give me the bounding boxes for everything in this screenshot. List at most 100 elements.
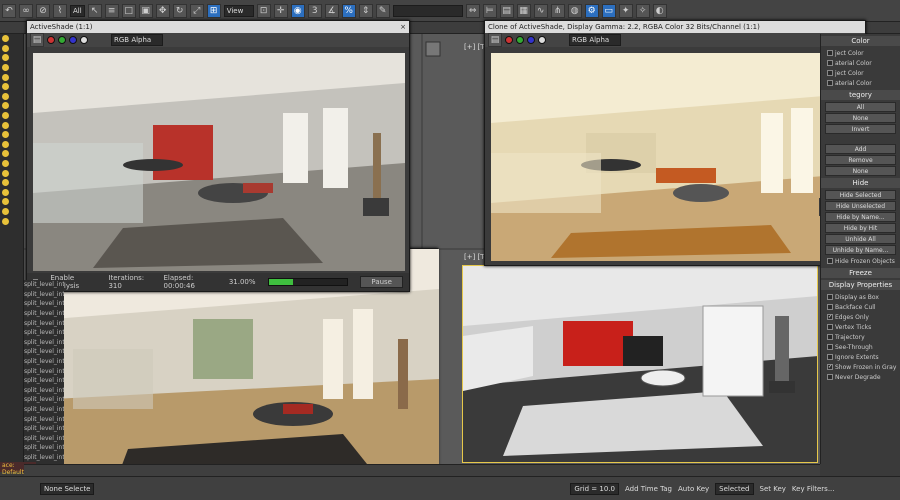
display-option[interactable]: See-Through bbox=[821, 342, 900, 352]
scene-item-name[interactable]: split_level_interior bbox=[24, 280, 64, 290]
color-radio[interactable] bbox=[827, 60, 833, 66]
display-checkbox[interactable] bbox=[827, 304, 833, 310]
green-channel-icon[interactable] bbox=[516, 36, 524, 44]
color-option[interactable]: aterial Color bbox=[821, 58, 900, 68]
schematic-view-icon[interactable]: ⋔ bbox=[550, 3, 565, 18]
hide-button[interactable]: Hide by Name... bbox=[825, 212, 896, 222]
perspective-viewport[interactable] bbox=[462, 265, 818, 463]
scene-item-name[interactable]: split_level_interior bbox=[24, 347, 64, 357]
select-by-name-icon[interactable]: ≡ bbox=[104, 3, 119, 18]
align-icon[interactable]: ⊨ bbox=[482, 3, 497, 18]
scene-item-name[interactable]: split_level_interior bbox=[24, 453, 64, 463]
scene-item[interactable] bbox=[0, 178, 23, 188]
save-image-icon[interactable]: ▤ bbox=[30, 33, 44, 47]
pause-button[interactable]: Pause bbox=[360, 276, 403, 288]
scene-item-name[interactable]: split_level_interior bbox=[24, 386, 64, 396]
edit-button[interactable]: Add bbox=[825, 144, 896, 154]
display-checkbox[interactable] bbox=[827, 374, 833, 380]
coordinate-dropdown[interactable]: View bbox=[223, 4, 254, 17]
rendered-frame-window-icon[interactable]: ▭ bbox=[601, 3, 616, 18]
scene-item-name[interactable]: split_level_interior bbox=[24, 290, 64, 300]
channel-dropdown[interactable]: RGB Alpha bbox=[111, 34, 163, 46]
scene-item[interactable] bbox=[0, 197, 23, 207]
scene-item[interactable] bbox=[0, 149, 23, 159]
display-checkbox[interactable] bbox=[827, 324, 833, 330]
activeshade-window[interactable]: ActiveShade (1:1) × ▤ RGB Alpha Enable A bbox=[26, 20, 410, 292]
color-radio[interactable] bbox=[827, 50, 833, 56]
snap-icon[interactable]: 3 bbox=[307, 3, 322, 18]
scene-item[interactable] bbox=[0, 140, 23, 150]
scene-item[interactable] bbox=[0, 168, 23, 178]
auto-key-button[interactable]: Auto Key bbox=[678, 485, 709, 493]
alpha-channel-icon[interactable] bbox=[80, 36, 88, 44]
layer-manager-icon[interactable]: ▤ bbox=[499, 3, 514, 18]
material-editor-icon[interactable]: ◍ bbox=[567, 3, 582, 18]
display-option[interactable]: ✓ Show Frozen in Gray bbox=[821, 362, 900, 372]
display-option[interactable]: Never Degrade bbox=[821, 372, 900, 382]
curve-editor-icon[interactable]: ∿ bbox=[533, 3, 548, 18]
activeshade-title-bar[interactable]: ActiveShade (1:1) × bbox=[27, 21, 409, 33]
scene-item-name[interactable]: split_level_interior bbox=[24, 424, 64, 434]
scene-item-name[interactable]: split_level_interior bbox=[24, 328, 64, 338]
blue-channel-icon[interactable] bbox=[69, 36, 77, 44]
ribbon-icon[interactable]: ▦ bbox=[516, 3, 531, 18]
scene-item[interactable] bbox=[0, 63, 23, 73]
display-checkbox[interactable] bbox=[827, 294, 833, 300]
clone-title-bar[interactable]: Clone of ActiveShade, Display Gamma: 2.2… bbox=[485, 21, 865, 33]
display-option[interactable]: Trajectory bbox=[821, 332, 900, 342]
scene-item-name[interactable]: split_level_interior bbox=[24, 338, 64, 348]
category-button[interactable]: Invert bbox=[825, 124, 896, 134]
color-radio[interactable] bbox=[827, 80, 833, 86]
hide-button[interactable]: Hide Unselected bbox=[825, 201, 896, 211]
timeline[interactable] bbox=[24, 464, 820, 476]
category-button[interactable]: All bbox=[825, 102, 896, 112]
display-option[interactable]: Backface Cull bbox=[821, 302, 900, 312]
alpha-channel-icon[interactable] bbox=[538, 36, 546, 44]
hide-button[interactable]: Unhide All bbox=[825, 234, 896, 244]
scene-item[interactable] bbox=[0, 159, 23, 169]
place-icon[interactable]: ⊞ bbox=[206, 3, 221, 18]
scene-item-name[interactable]: split_level_interior bbox=[24, 299, 64, 309]
hide-frozen-option[interactable]: Hide Frozen Objects bbox=[821, 256, 900, 266]
move-icon[interactable]: ✥ bbox=[155, 3, 170, 18]
scene-item[interactable] bbox=[0, 44, 23, 54]
edit-button[interactable]: None bbox=[825, 166, 896, 176]
display-option[interactable]: Ignore Extents bbox=[821, 352, 900, 362]
set-key-button[interactable]: Set Key bbox=[760, 485, 786, 493]
color-option[interactable]: aterial Color bbox=[821, 78, 900, 88]
render-setup-icon[interactable]: ⚙ bbox=[584, 3, 599, 18]
category-header[interactable]: tegory bbox=[821, 90, 900, 100]
display-option[interactable]: Display as Box bbox=[821, 292, 900, 302]
scene-item[interactable] bbox=[0, 120, 23, 130]
red-channel-icon[interactable] bbox=[47, 36, 55, 44]
scene-item[interactable] bbox=[0, 82, 23, 92]
scene-item-name[interactable]: split_level_interior bbox=[24, 357, 64, 367]
mirror-icon[interactable]: ⇔ bbox=[465, 3, 480, 18]
spinner-snap-icon[interactable]: ⇕ bbox=[358, 3, 373, 18]
scene-item-name[interactable]: split_level_interior bbox=[24, 366, 64, 376]
scene-item[interactable] bbox=[0, 216, 23, 226]
display-option[interactable]: ✓ Edges Only bbox=[821, 312, 900, 322]
scene-item-name[interactable]: split_level_interior bbox=[24, 309, 64, 319]
activeshade-icon[interactable]: ◐ bbox=[652, 3, 667, 18]
unlink-icon[interactable]: ⊘ bbox=[36, 3, 50, 18]
hide-button[interactable]: Unhide by Name... bbox=[825, 245, 896, 255]
channel-dropdown[interactable]: RGB Alpha bbox=[569, 34, 621, 46]
color-header[interactable]: Color bbox=[821, 36, 900, 46]
render-iterative-icon[interactable]: ✧ bbox=[635, 3, 650, 18]
save-image-icon[interactable]: ▤ bbox=[488, 33, 502, 47]
selected-dropdown[interactable]: Selected bbox=[715, 482, 754, 495]
display-checkbox[interactable]: ✓ bbox=[827, 364, 833, 370]
reference-dropdown[interactable]: All bbox=[70, 4, 85, 17]
rect-select-icon[interactable]: □ bbox=[121, 3, 136, 18]
angle-snap-icon[interactable]: ∡ bbox=[324, 3, 339, 18]
scene-item[interactable] bbox=[0, 34, 23, 44]
bind-icon[interactable]: ⌇ bbox=[53, 3, 67, 18]
pivot-icon[interactable]: ⊡ bbox=[256, 3, 271, 18]
keyboard-shortcut-icon[interactable]: ◉ bbox=[290, 3, 305, 18]
scene-item-name[interactable]: split_level_interior bbox=[24, 434, 64, 444]
hide-frozen-checkbox[interactable] bbox=[827, 258, 833, 264]
close-icon[interactable]: × bbox=[400, 23, 406, 31]
color-radio[interactable] bbox=[827, 70, 833, 76]
color-option[interactable]: ject Color bbox=[821, 48, 900, 58]
